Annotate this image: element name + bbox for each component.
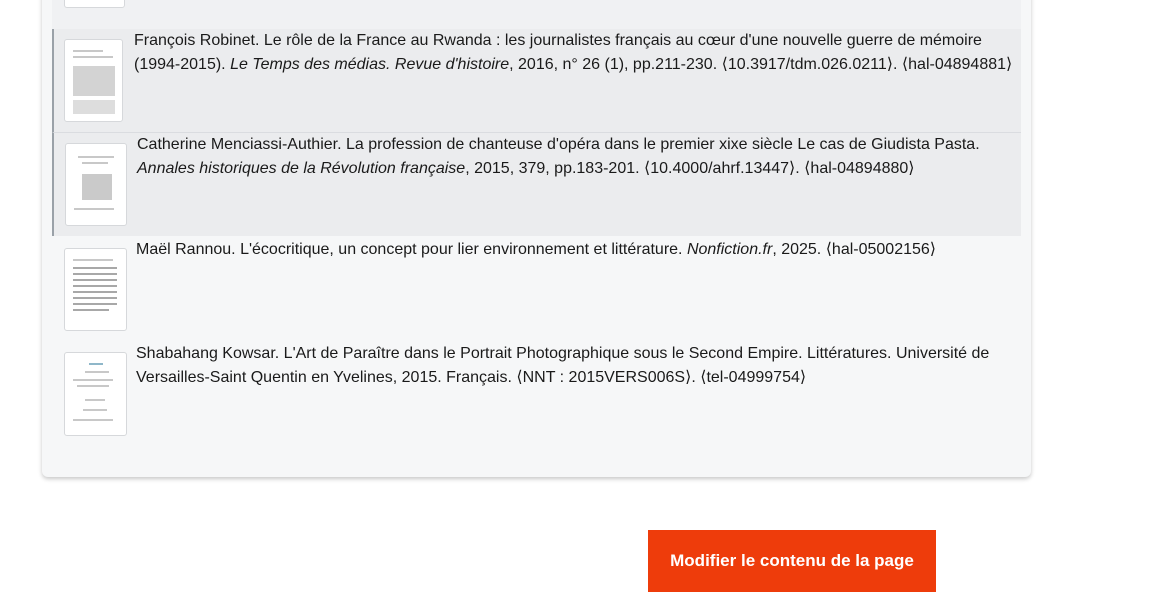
document-thumbnail[interactable] [64,352,127,436]
citation-details: , 2025. ⟨hal-05002156⟩ [772,241,937,258]
publications-panel: François Robinet. Le rôle de la France a… [42,0,1031,477]
citation-authors: Catherine Menciassi-Authier. [137,136,342,153]
citation-text: Maël Rannou. L'écocritique, un concept p… [136,238,1016,262]
citation-journal[interactable]: Le Temps des médias. Revue d'histoire [230,56,509,73]
document-thumbnail[interactable] [64,39,123,122]
citation-journal[interactable]: Nonfiction.fr [687,241,772,258]
list-item[interactable]: François Robinet. Le rôle de la France a… [52,29,1021,132]
citation-title: La profession de chanteuse d'opéra dans … [341,136,980,153]
document-thumbnail[interactable] [64,0,125,8]
document-thumbnail[interactable] [65,143,127,226]
citation-text: Catherine Menciassi-Authier. La professi… [137,133,1017,181]
citation-authors: Maël Rannou. [136,241,236,258]
citation-details: , 2016, n° 26 (1), pp.211-230. ⟨10.3917/… [509,56,1013,73]
edit-page-content-button[interactable]: Modifier le contenu de la page [648,530,936,592]
citation-authors: François Robinet. [134,32,260,49]
list-item[interactable]: Maël Rannou. L'écocritique, un concept p… [52,236,1021,340]
citation-journal[interactable]: Annales historiques de la Révolution fra… [137,160,465,177]
citation-text: François Robinet. Le rôle de la France a… [134,29,1014,77]
list-item-partial[interactable] [52,0,1021,29]
citation-title: L'écocritique, un concept pour lier envi… [235,241,687,258]
list-item[interactable]: Catherine Menciassi-Authier. La professi… [52,132,1021,236]
citation-details: , 2015, 379, pp.183-201. ⟨10.4000/ahrf.1… [465,160,915,177]
document-thumbnail[interactable] [64,248,127,331]
citation-text: Shabahang Kowsar. L'Art de Paraître dans… [136,342,1016,390]
citation-authors: Shabahang Kowsar. [136,345,280,362]
list-item[interactable]: Shabahang Kowsar. L'Art de Paraître dans… [52,340,1021,450]
